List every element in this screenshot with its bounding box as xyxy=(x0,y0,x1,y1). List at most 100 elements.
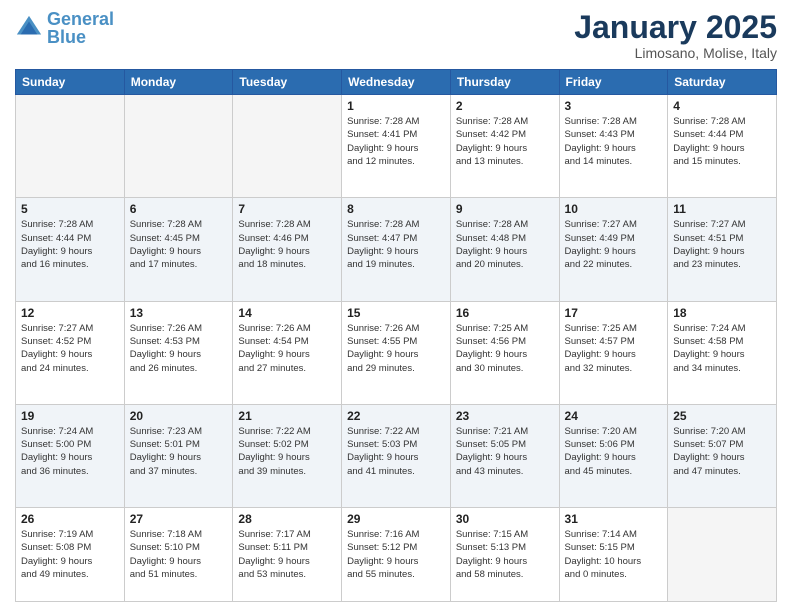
calendar-cell-w1-d7: 4Sunrise: 7:28 AM Sunset: 4:44 PM Daylig… xyxy=(668,95,777,198)
calendar-cell-w5-d3: 28Sunrise: 7:17 AM Sunset: 5:11 PM Dayli… xyxy=(233,508,342,602)
calendar-cell-w3-d5: 16Sunrise: 7:25 AM Sunset: 4:56 PM Dayli… xyxy=(450,301,559,404)
calendar-cell-w3-d4: 15 Sunrise: 7:26 AM Sunset: 4:55 PM Dayli… xyxy=(342,301,451,404)
day-info: Sunrise: 7:28 AM Sunset: 4:47 PM Dayligh… xyxy=(347,218,445,271)
title-area: January 2025 Limosano, Molise, Italy xyxy=(574,10,777,61)
calendar-cell-w4-d4: 22Sunrise: 7:22 AM Sunset: 5:03 PM Dayli… xyxy=(342,404,451,507)
day-info: Sunrise: 7:19 AM Sunset: 5:08 PM Dayligh… xyxy=(21,528,119,581)
header-tuesday: Tuesday xyxy=(233,70,342,95)
day-number: 15 xyxy=(347,306,445,320)
calendar-cell-w1-d6: 3 Sunrise: 7:28 AM Sunset: 4:43 PM Daylig… xyxy=(559,95,668,198)
day-number: 12 xyxy=(21,306,119,320)
calendar-cell-w5-d6: 31 Sunrise: 7:14 AM Sunset: 5:15 PM Dayli… xyxy=(559,508,668,602)
day-info: Sunrise: 7:28 AM Sunset: 4:44 PM Dayligh… xyxy=(673,115,771,168)
day-number: 19 xyxy=(21,409,119,423)
day-number: 1 xyxy=(347,99,445,113)
day-number: 17 xyxy=(565,306,663,320)
calendar-cell-w2-d2: 6 Sunrise: 7:28 AM Sunset: 4:45 PM Daylig… xyxy=(124,198,233,301)
day-info: Sunrise: 7:20 AM Sunset: 5:07 PM Dayligh… xyxy=(673,425,771,478)
header-thursday: Thursday xyxy=(450,70,559,95)
day-number: 11 xyxy=(673,202,771,216)
calendar-cell-w5-d4: 29 Sunrise: 7:16 AM Sunset: 5:12 PM Dayli… xyxy=(342,508,451,602)
header-sunday: Sunday xyxy=(16,70,125,95)
day-number: 18 xyxy=(673,306,771,320)
day-number: 8 xyxy=(347,202,445,216)
calendar-cell-w3-d3: 14 Sunrise: 7:26 AM Sunset: 4:54 PM Dayli… xyxy=(233,301,342,404)
day-info: Sunrise: 7:18 AM Sunset: 5:10 PM Dayligh… xyxy=(130,528,228,581)
logo-icon xyxy=(15,14,43,42)
day-info: Sunrise: 7:17 AM Sunset: 5:11 PM Dayligh… xyxy=(238,528,336,581)
day-number: 14 xyxy=(238,306,336,320)
header-monday: Monday xyxy=(124,70,233,95)
day-info: Sunrise: 7:27 AM Sunset: 4:52 PM Dayligh… xyxy=(21,322,119,375)
weekday-header-row: Sunday Monday Tuesday Wednesday Thursday… xyxy=(16,70,777,95)
calendar-week-2: 5Sunrise: 7:28 AM Sunset: 4:44 PM Daylig… xyxy=(16,198,777,301)
header-saturday: Saturday xyxy=(668,70,777,95)
calendar-cell-w2-d6: 10Sunrise: 7:27 AM Sunset: 4:49 PM Dayli… xyxy=(559,198,668,301)
month-title: January 2025 xyxy=(574,10,777,45)
day-info: Sunrise: 7:15 AM Sunset: 5:13 PM Dayligh… xyxy=(456,528,554,581)
calendar-cell-w3-d7: 18 Sunrise: 7:24 AM Sunset: 4:58 PM Dayli… xyxy=(668,301,777,404)
calendar-cell-w1-d3 xyxy=(233,95,342,198)
day-number: 29 xyxy=(347,512,445,526)
day-info: Sunrise: 7:28 AM Sunset: 4:45 PM Dayligh… xyxy=(130,218,228,271)
day-info: Sunrise: 7:28 AM Sunset: 4:41 PM Dayligh… xyxy=(347,115,445,168)
calendar-cell-w3-d6: 17Sunrise: 7:25 AM Sunset: 4:57 PM Dayli… xyxy=(559,301,668,404)
header-wednesday: Wednesday xyxy=(342,70,451,95)
calendar-cell-w4-d2: 20 Sunrise: 7:23 AM Sunset: 5:01 PM Dayli… xyxy=(124,404,233,507)
logo-blue: Blue xyxy=(47,27,86,47)
day-number: 13 xyxy=(130,306,228,320)
day-info: Sunrise: 7:16 AM Sunset: 5:12 PM Dayligh… xyxy=(347,528,445,581)
day-number: 9 xyxy=(456,202,554,216)
calendar-cell-w5-d7 xyxy=(668,508,777,602)
day-number: 31 xyxy=(565,512,663,526)
calendar-week-5: 26 Sunrise: 7:19 AM Sunset: 5:08 PM Dayli… xyxy=(16,508,777,602)
page: General Blue January 2025 Limosano, Moli… xyxy=(0,0,792,612)
day-number: 7 xyxy=(238,202,336,216)
day-info: Sunrise: 7:20 AM Sunset: 5:06 PM Dayligh… xyxy=(565,425,663,478)
calendar-cell-w2-d3: 7Sunrise: 7:28 AM Sunset: 4:46 PM Daylig… xyxy=(233,198,342,301)
day-info: Sunrise: 7:25 AM Sunset: 4:56 PM Dayligh… xyxy=(456,322,554,375)
calendar-cell-w5-d1: 26 Sunrise: 7:19 AM Sunset: 5:08 PM Dayli… xyxy=(16,508,125,602)
calendar-cell-w1-d4: 1 Sunrise: 7:28 AM Sunset: 4:41 PM Daylig… xyxy=(342,95,451,198)
day-info: Sunrise: 7:27 AM Sunset: 4:49 PM Dayligh… xyxy=(565,218,663,271)
calendar-cell-w4-d3: 21Sunrise: 7:22 AM Sunset: 5:02 PM Dayli… xyxy=(233,404,342,507)
day-info: Sunrise: 7:26 AM Sunset: 4:55 PM Dayligh… xyxy=(347,322,445,375)
day-number: 26 xyxy=(21,512,119,526)
location: Limosano, Molise, Italy xyxy=(574,45,777,61)
calendar-cell-w4-d6: 24 Sunrise: 7:20 AM Sunset: 5:06 PM Dayli… xyxy=(559,404,668,507)
day-number: 24 xyxy=(565,409,663,423)
calendar-cell-w2-d4: 8 Sunrise: 7:28 AM Sunset: 4:47 PM Daylig… xyxy=(342,198,451,301)
day-info: Sunrise: 7:27 AM Sunset: 4:51 PM Dayligh… xyxy=(673,218,771,271)
day-info: Sunrise: 7:24 AM Sunset: 4:58 PM Dayligh… xyxy=(673,322,771,375)
calendar-week-3: 12 Sunrise: 7:27 AM Sunset: 4:52 PM Dayli… xyxy=(16,301,777,404)
day-info: Sunrise: 7:23 AM Sunset: 5:01 PM Dayligh… xyxy=(130,425,228,478)
day-number: 3 xyxy=(565,99,663,113)
logo-general: General xyxy=(47,9,114,29)
calendar-week-4: 19 Sunrise: 7:24 AM Sunset: 5:00 PM Dayli… xyxy=(16,404,777,507)
day-number: 6 xyxy=(130,202,228,216)
day-number: 5 xyxy=(21,202,119,216)
calendar-cell-w4-d7: 25Sunrise: 7:20 AM Sunset: 5:07 PM Dayli… xyxy=(668,404,777,507)
day-number: 30 xyxy=(456,512,554,526)
calendar-cell-w3-d2: 13Sunrise: 7:26 AM Sunset: 4:53 PM Dayli… xyxy=(124,301,233,404)
header-friday: Friday xyxy=(559,70,668,95)
calendar-cell-w4-d5: 23Sunrise: 7:21 AM Sunset: 5:05 PM Dayli… xyxy=(450,404,559,507)
calendar-cell-w1-d1 xyxy=(16,95,125,198)
day-info: Sunrise: 7:28 AM Sunset: 4:42 PM Dayligh… xyxy=(456,115,554,168)
calendar-cell-w5-d2: 27Sunrise: 7:18 AM Sunset: 5:10 PM Dayli… xyxy=(124,508,233,602)
calendar-cell-w5-d5: 30 Sunrise: 7:15 AM Sunset: 5:13 PM Dayli… xyxy=(450,508,559,602)
day-info: Sunrise: 7:14 AM Sunset: 5:15 PM Dayligh… xyxy=(565,528,663,581)
calendar-cell-w3-d1: 12 Sunrise: 7:27 AM Sunset: 4:52 PM Dayli… xyxy=(16,301,125,404)
day-info: Sunrise: 7:28 AM Sunset: 4:43 PM Dayligh… xyxy=(565,115,663,168)
calendar-week-1: 1 Sunrise: 7:28 AM Sunset: 4:41 PM Daylig… xyxy=(16,95,777,198)
calendar-cell-w1-d5: 2Sunrise: 7:28 AM Sunset: 4:42 PM Daylig… xyxy=(450,95,559,198)
calendar-cell-w1-d2 xyxy=(124,95,233,198)
day-info: Sunrise: 7:26 AM Sunset: 4:54 PM Dayligh… xyxy=(238,322,336,375)
day-number: 20 xyxy=(130,409,228,423)
calendar-cell-w2-d7: 11 Sunrise: 7:27 AM Sunset: 4:51 PM Dayli… xyxy=(668,198,777,301)
day-number: 22 xyxy=(347,409,445,423)
day-info: Sunrise: 7:24 AM Sunset: 5:00 PM Dayligh… xyxy=(21,425,119,478)
calendar-table: Sunday Monday Tuesday Wednesday Thursday… xyxy=(15,69,777,602)
logo: General Blue xyxy=(15,10,114,46)
day-info: Sunrise: 7:22 AM Sunset: 5:02 PM Dayligh… xyxy=(238,425,336,478)
